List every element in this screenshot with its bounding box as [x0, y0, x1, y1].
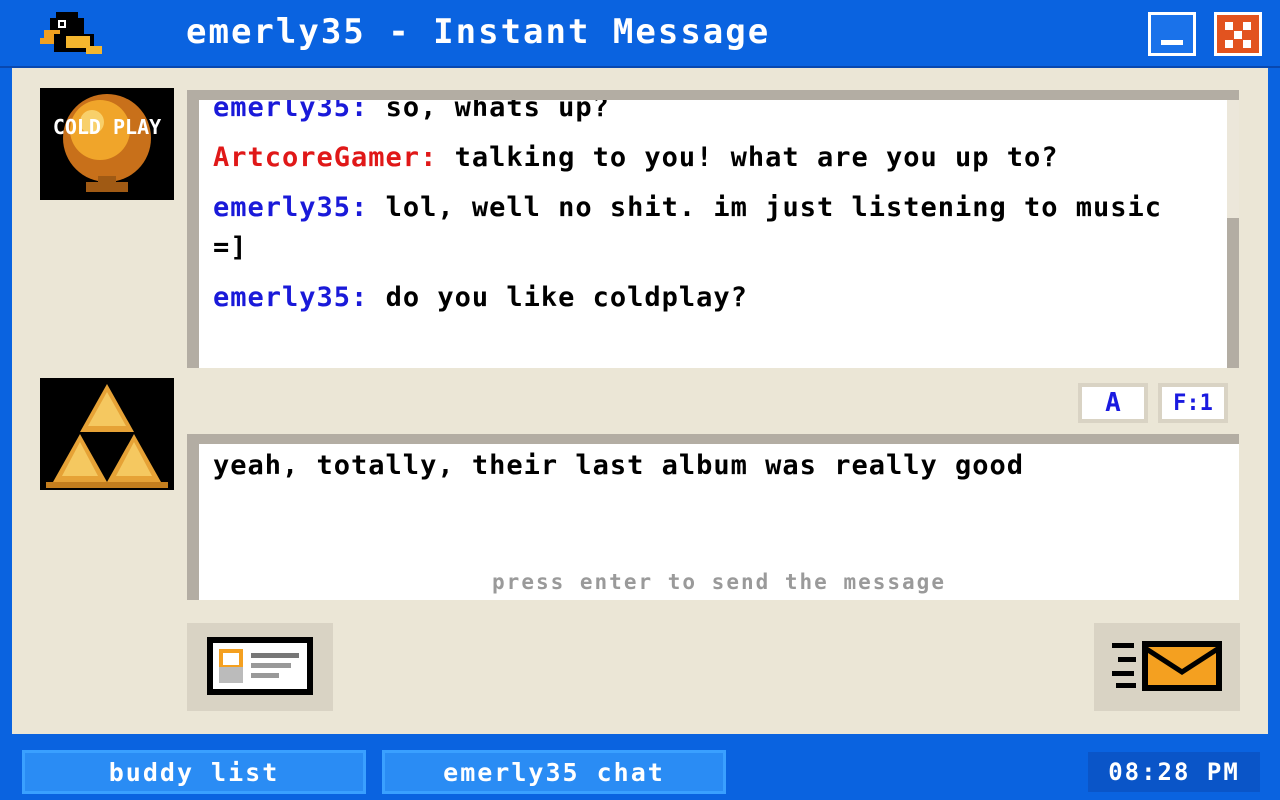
profile-button[interactable] — [187, 623, 333, 711]
send-button[interactable] — [1094, 623, 1240, 711]
close-button[interactable] — [1214, 12, 1262, 56]
self-avatar[interactable] — [40, 378, 174, 490]
compose-text[interactable]: yeah, totally, their last album was real… — [213, 446, 1219, 486]
chat-scrollbar[interactable] — [1227, 100, 1239, 368]
message-text: talking to you! what are you up to? — [437, 142, 1059, 173]
taskbar: buddy list emerly35 chat 08:28 PM — [0, 744, 1280, 800]
message-sender: ArtcoreGamer: — [213, 142, 438, 173]
chat-log[interactable]: emerly35: so, whats up? ArtcoreGamer: tal… — [187, 90, 1239, 368]
title-bar[interactable]: emerly35 - Instant Message — [0, 0, 1280, 68]
chat-message: emerly35: lol, well no shit. im just lis… — [213, 188, 1199, 268]
send-hint: press enter to send the message — [492, 570, 946, 594]
font-icon: A — [1105, 388, 1121, 418]
taskbar-chat[interactable]: emerly35 chat — [382, 750, 726, 794]
chat-message: emerly35: do you like coldplay? — [213, 278, 1199, 318]
emoticon-button[interactable]: F:1 — [1158, 383, 1228, 423]
message-sender: emerly35: — [213, 192, 369, 223]
im-window: COLD PLAY emerly35: so, whats up? Artcore… — [12, 68, 1268, 734]
message-sender: emerly35: — [213, 92, 369, 123]
chat-message: emerly35: so, whats up? — [213, 92, 1199, 128]
message-list: emerly35: so, whats up? ArtcoreGamer: tal… — [213, 92, 1199, 328]
profile-card-icon — [207, 637, 313, 695]
taskbar-buddy-list[interactable]: buddy list — [22, 750, 366, 794]
triforce-avatar — [40, 378, 174, 490]
emoticon-icon: F:1 — [1173, 390, 1213, 416]
window-title: emerly35 - Instant Message — [186, 12, 771, 52]
message-sender: emerly35: — [213, 282, 369, 313]
duck-icon — [40, 12, 102, 54]
buddy-avatar[interactable]: COLD PLAY — [40, 88, 174, 200]
message-text: so, whats up? — [368, 92, 610, 123]
scroll-thumb[interactable] — [1227, 218, 1239, 368]
chat-message: ArtcoreGamer: talking to you! what are y… — [213, 138, 1199, 178]
close-icon — [1225, 22, 1251, 48]
message-compose-box[interactable]: yeah, totally, their last album was real… — [187, 434, 1239, 600]
taskbar-clock: 08:28 PM — [1088, 752, 1260, 792]
minimize-icon — [1161, 40, 1183, 45]
coldplay-globe-avatar: COLD PLAY — [40, 88, 174, 200]
avatar-label: COLD PLAY — [53, 115, 161, 139]
font-button[interactable]: A — [1078, 383, 1148, 423]
message-text: do you like coldplay? — [368, 282, 748, 313]
send-envelope-icon — [1112, 641, 1222, 691]
minimize-button[interactable] — [1148, 12, 1196, 56]
